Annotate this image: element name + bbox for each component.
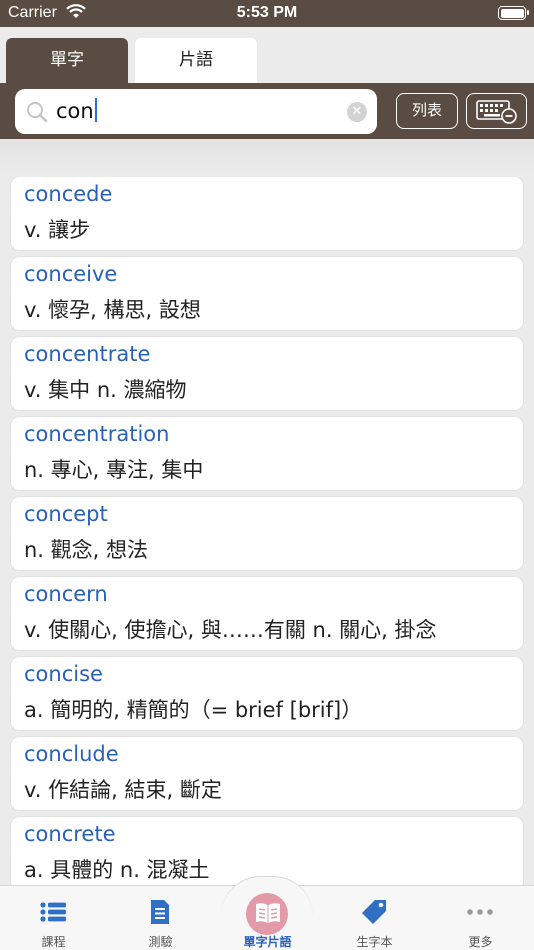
word-definition: n. 專心, 專注, 集中 — [24, 458, 204, 482]
clock: 5:53 PM — [236, 4, 298, 21]
tab-words[interactable]: 單字 — [6, 38, 128, 83]
nav-label: 更多 — [468, 935, 493, 949]
nav-words-phrases[interactable]: 單字片語 — [214, 886, 321, 950]
word-definition: v. 懷孕, 構思, 設想 — [24, 298, 201, 322]
word-title: concept — [24, 502, 108, 526]
word-title: concentrate — [24, 342, 151, 366]
list-item[interactable]: concentration n. 專心, 專注, 集中 — [11, 417, 523, 490]
battery-icon — [498, 6, 529, 20]
nav-quiz[interactable]: 測驗 — [107, 886, 214, 950]
word-definition: v. 集中 n. 濃縮物 — [24, 378, 187, 402]
text-caret — [94, 98, 97, 122]
list-item[interactable]: concede v. 讓步 — [11, 177, 523, 250]
word-title: conceive — [24, 262, 118, 286]
list-icon — [39, 898, 67, 926]
nav-vocab-book[interactable]: 生字本 — [321, 886, 428, 950]
keyboard-icon — [476, 100, 517, 124]
list-top-spacer — [0, 139, 534, 177]
list-item[interactable]: concept n. 觀念, 想法 — [11, 497, 523, 570]
list-item[interactable]: concentrate v. 集中 n. 濃縮物 — [11, 337, 523, 410]
bottom-nav: 課程 測驗 單字片語 生字本 更多 — [0, 876, 534, 950]
clear-icon[interactable]: ✕ — [347, 102, 367, 122]
nav-label: 生字本 — [356, 935, 393, 949]
status-bar: Carrier 5:53 PM — [0, 0, 534, 27]
list-item[interactable]: concern v. 使關心, 使擔心, 與……有關 n. 關心, 掛念 — [11, 577, 523, 650]
nav-label: 課程 — [41, 935, 66, 949]
word-title: concede — [24, 182, 113, 206]
book-icon — [254, 901, 282, 929]
word-title: concentration — [24, 422, 170, 446]
tab-strip: 單字 片語 — [0, 27, 534, 83]
word-definition: v. 作結論, 結束, 斷定 — [24, 778, 222, 802]
nav-label: 測驗 — [148, 935, 173, 949]
nav-label: 單字片語 — [243, 935, 292, 949]
search-input[interactable]: con — [56, 98, 97, 123]
word-title: concern — [24, 582, 108, 606]
tab-phrases[interactable]: 片語 — [135, 38, 257, 83]
list-item[interactable]: conceive v. 懷孕, 構思, 設想 — [11, 257, 523, 330]
word-title: conclude — [24, 742, 119, 766]
list-item[interactable]: concise a. 簡明的, 精簡的（= brief [brif]） — [11, 657, 523, 730]
word-definition: a. 具體的 n. 混凝土 — [24, 858, 210, 882]
word-list: concede v. 讓步 conceive v. 懷孕, 構思, 設想 con… — [0, 177, 534, 885]
document-icon — [146, 898, 174, 926]
search-field[interactable]: con ✕ — [15, 89, 377, 134]
list-button[interactable]: 列表 — [396, 93, 458, 129]
list-item[interactable]: concrete a. 具體的 n. 混凝土 — [11, 817, 523, 885]
list-item[interactable]: conclude v. 作結論, 結束, 斷定 — [11, 737, 523, 810]
word-title: concise — [24, 662, 103, 686]
word-definition: n. 觀念, 想法 — [24, 538, 149, 562]
word-definition: v. 讓步 — [24, 218, 91, 242]
nav-more[interactable]: 更多 — [427, 886, 534, 950]
search-bar: con ✕ 列表 — [0, 83, 534, 139]
nav-lessons[interactable]: 課程 — [0, 886, 107, 950]
word-title: concrete — [24, 822, 116, 846]
more-icon — [466, 898, 494, 926]
tag-icon — [360, 898, 388, 926]
keyboard-toggle-button[interactable] — [466, 93, 527, 129]
search-input-value: con — [56, 99, 94, 123]
word-definition: a. 簡明的, 精簡的（= brief [brif]） — [24, 698, 363, 722]
search-icon — [26, 101, 48, 123]
word-definition: v. 使關心, 使擔心, 與……有關 n. 關心, 掛念 — [24, 618, 437, 642]
